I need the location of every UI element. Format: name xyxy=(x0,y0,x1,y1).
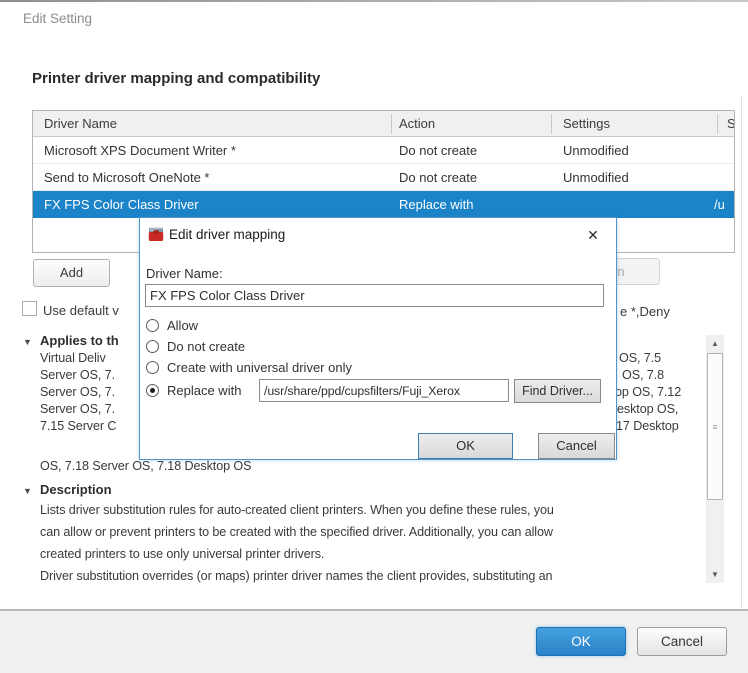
driver-name-input[interactable] xyxy=(145,284,604,307)
scroll-up-icon[interactable]: ▲ xyxy=(706,335,724,352)
applies-line: Server OS, 7. xyxy=(40,368,115,382)
radio-row-do-not-create[interactable]: Do not create xyxy=(146,339,245,354)
cell-driver-name: Microsoft XPS Document Writer * xyxy=(44,137,236,164)
dialog-ok-button[interactable]: OK xyxy=(418,433,513,459)
column-header-driver-name[interactable]: Driver Name xyxy=(44,111,117,137)
driver-table-header: Driver Name Action Settings Se xyxy=(33,111,734,137)
use-default-checkbox[interactable] xyxy=(22,301,37,316)
radio-row-replace-with[interactable]: Replace with xyxy=(146,383,241,398)
cell-action: Do not create xyxy=(399,164,477,191)
collapse-triangle-icon[interactable]: ▼ xyxy=(23,486,32,496)
applies-line-right: op OS, 7.12 xyxy=(615,385,681,399)
dialog-title: Edit driver mapping xyxy=(169,227,285,242)
column-divider[interactable] xyxy=(717,114,718,134)
cell-action: Do not create xyxy=(399,137,477,164)
description-line: can allow or prevent printers to be crea… xyxy=(40,525,553,539)
radio-label: Do not create xyxy=(167,339,245,354)
pane-scrollbar[interactable]: ▲ ≡ ▼ xyxy=(706,335,724,583)
window-top-border xyxy=(0,0,748,2)
column-header-server[interactable]: Se xyxy=(727,111,735,137)
use-default-label-right: e *,Deny xyxy=(620,304,670,319)
cell-settings: Unmodified xyxy=(563,164,629,191)
applies-line: 7.15 Server C xyxy=(40,419,116,433)
column-header-action[interactable]: Action xyxy=(399,111,435,137)
radio-label: Allow xyxy=(167,318,198,333)
radio-row-universal-only[interactable]: Create with universal driver only xyxy=(146,360,352,375)
radio-universal-only[interactable] xyxy=(146,361,159,374)
cell-server-path: /u xyxy=(714,191,725,218)
applies-line-right: OS, 7.8 xyxy=(622,368,664,382)
radio-allow[interactable] xyxy=(146,319,159,332)
close-icon[interactable]: ✕ xyxy=(580,224,606,246)
column-divider[interactable] xyxy=(551,114,552,134)
scroll-down-icon[interactable]: ▼ xyxy=(706,566,724,583)
table-row[interactable]: Microsoft XPS Document Writer * Do not c… xyxy=(33,137,734,164)
applies-line-right: OS, 7.5 xyxy=(619,351,661,365)
applies-line: Virtual Deliv xyxy=(40,351,106,365)
radio-label: Replace with xyxy=(167,383,241,398)
ok-button[interactable]: OK xyxy=(536,627,626,656)
cell-settings: Unmodified xyxy=(563,137,629,164)
description-line: created printers to use only universal p… xyxy=(40,547,324,561)
cell-driver-name: FX FPS Color Class Driver xyxy=(44,191,199,218)
use-default-label-left: Use default v xyxy=(43,303,119,318)
table-row-selected[interactable]: FX FPS Color Class Driver Replace with /… xyxy=(33,191,734,218)
driver-mapping-icon xyxy=(148,226,164,242)
replace-path-input[interactable] xyxy=(259,379,509,402)
applies-to-heading: Applies to th xyxy=(40,333,119,348)
page-title: Printer driver mapping and compatibility xyxy=(32,70,320,87)
applies-line: Server OS, 7. xyxy=(40,402,115,416)
edit-driver-mapping-dialog: Edit driver mapping ✕ Driver Name: Allow… xyxy=(139,217,617,460)
applies-line-full: OS, 7.18 Server OS, 7.18 Desktop OS xyxy=(40,459,251,473)
applies-line-right: esktop OS, xyxy=(617,402,678,416)
scrollbar-thumb[interactable]: ≡ xyxy=(707,353,723,500)
applies-line-right: 17 Desktop xyxy=(616,419,679,433)
description-heading: Description xyxy=(40,482,112,497)
description-line: Driver substitution overrides (or maps) … xyxy=(40,569,552,583)
dialog-cancel-button[interactable]: Cancel xyxy=(538,433,615,459)
breadcrumb: Edit Setting xyxy=(23,11,92,26)
cell-action: Replace with xyxy=(399,191,473,218)
radio-label: Create with universal driver only xyxy=(167,360,352,375)
footer-bar xyxy=(0,611,748,673)
cell-driver-name: Send to Microsoft OneNote * xyxy=(44,164,209,191)
column-header-settings[interactable]: Settings xyxy=(563,111,610,137)
add-button[interactable]: Add xyxy=(33,259,110,287)
find-driver-button[interactable]: Find Driver... xyxy=(514,379,601,403)
table-row[interactable]: Send to Microsoft OneNote * Do not creat… xyxy=(33,164,734,191)
radio-row-allow[interactable]: Allow xyxy=(146,318,198,333)
column-divider[interactable] xyxy=(391,114,392,134)
collapse-triangle-icon[interactable]: ▼ xyxy=(23,337,32,347)
panel-right-border xyxy=(741,95,742,608)
description-line: Lists driver substitution rules for auto… xyxy=(40,503,554,517)
driver-name-label: Driver Name: xyxy=(146,266,223,281)
applies-line: Server OS, 7. xyxy=(40,385,115,399)
cancel-button[interactable]: Cancel xyxy=(637,627,727,656)
radio-do-not-create[interactable] xyxy=(146,340,159,353)
radio-replace-with[interactable] xyxy=(146,384,159,397)
